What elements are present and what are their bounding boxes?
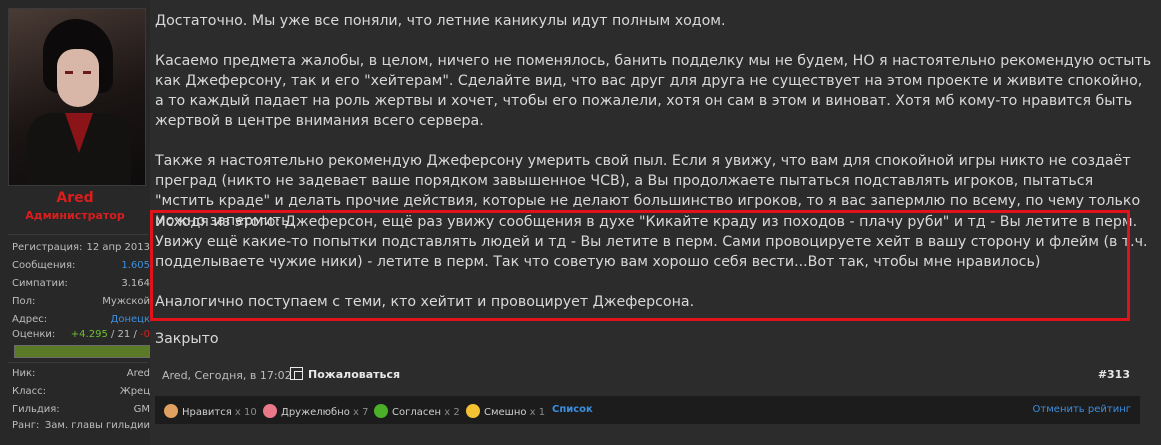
reputation-fill [15,346,149,357]
rating-funny[interactable]: Смешно x 1 [466,404,545,418]
stat-rating: Оценки: +4.295 / 21 / -0 [12,329,150,340]
stat-rank: Ранг: Зам. главы гильдии [12,420,150,431]
ratings-list-link[interactable]: Список [552,404,593,415]
address-link[interactable]: Донецк [111,314,150,325]
rating-friendly[interactable]: Дружелюбно x 7 [263,404,369,418]
ratings-bar: Нравится x 10 Дружелюбно x 7 Согласен x … [155,396,1140,424]
highlight-box [150,210,1130,321]
rating-agree[interactable]: Согласен x 2 [374,404,460,418]
post-paragraph-1: Достаточно. Мы уже все поняли, что летни… [155,13,726,29]
closed-label: Закрыто [155,331,219,347]
divider [8,234,148,235]
post-number-link[interactable]: #313 [1098,368,1130,381]
laugh-icon [466,404,480,418]
rating-positive: +4.295 [70,329,108,340]
rating-neutral: 21 [117,329,131,340]
avatar[interactable] [8,8,146,186]
post-meta[interactable]: Ared, Сегодня, в 17:02 [162,369,292,382]
rating-like[interactable]: Нравится x 10 [164,404,257,418]
rating-negative: -0 [140,329,150,340]
username-link[interactable]: Ared [0,190,150,206]
stat-class: Класс: Жрец [12,386,150,397]
report-button[interactable]: Пожаловаться [290,367,400,381]
stat-registration: Регистрация: 12 апр 2013 [12,242,150,253]
stat-address: Адрес: Донецк [12,314,150,325]
checkmark-icon [374,404,388,418]
cancel-rating-link[interactable]: Отменить рейтинг [1033,404,1131,415]
stat-messages: Сообщения: 1.605 [12,260,150,271]
user-title: Администратор [25,209,125,222]
heart-icon [263,404,277,418]
stat-gender: Пол: Мужской [12,296,150,307]
reputation-bar [14,345,150,358]
thumbs-up-icon [164,404,178,418]
divider [8,362,148,363]
user-sidebar: Ared Администратор Регистрация: 12 апр 2… [0,0,150,445]
stat-nick: Ник: Ared [12,368,150,379]
post-paragraph-2: Касаемо предмета жалобы, в целом, ничего… [155,53,1152,129]
copy-report-icon [290,367,303,380]
stat-guild: Гильдия: GM [12,404,150,415]
messages-count-link[interactable]: 1.605 [121,260,150,271]
stat-likes: Симпатии: 3.164 [12,278,150,289]
